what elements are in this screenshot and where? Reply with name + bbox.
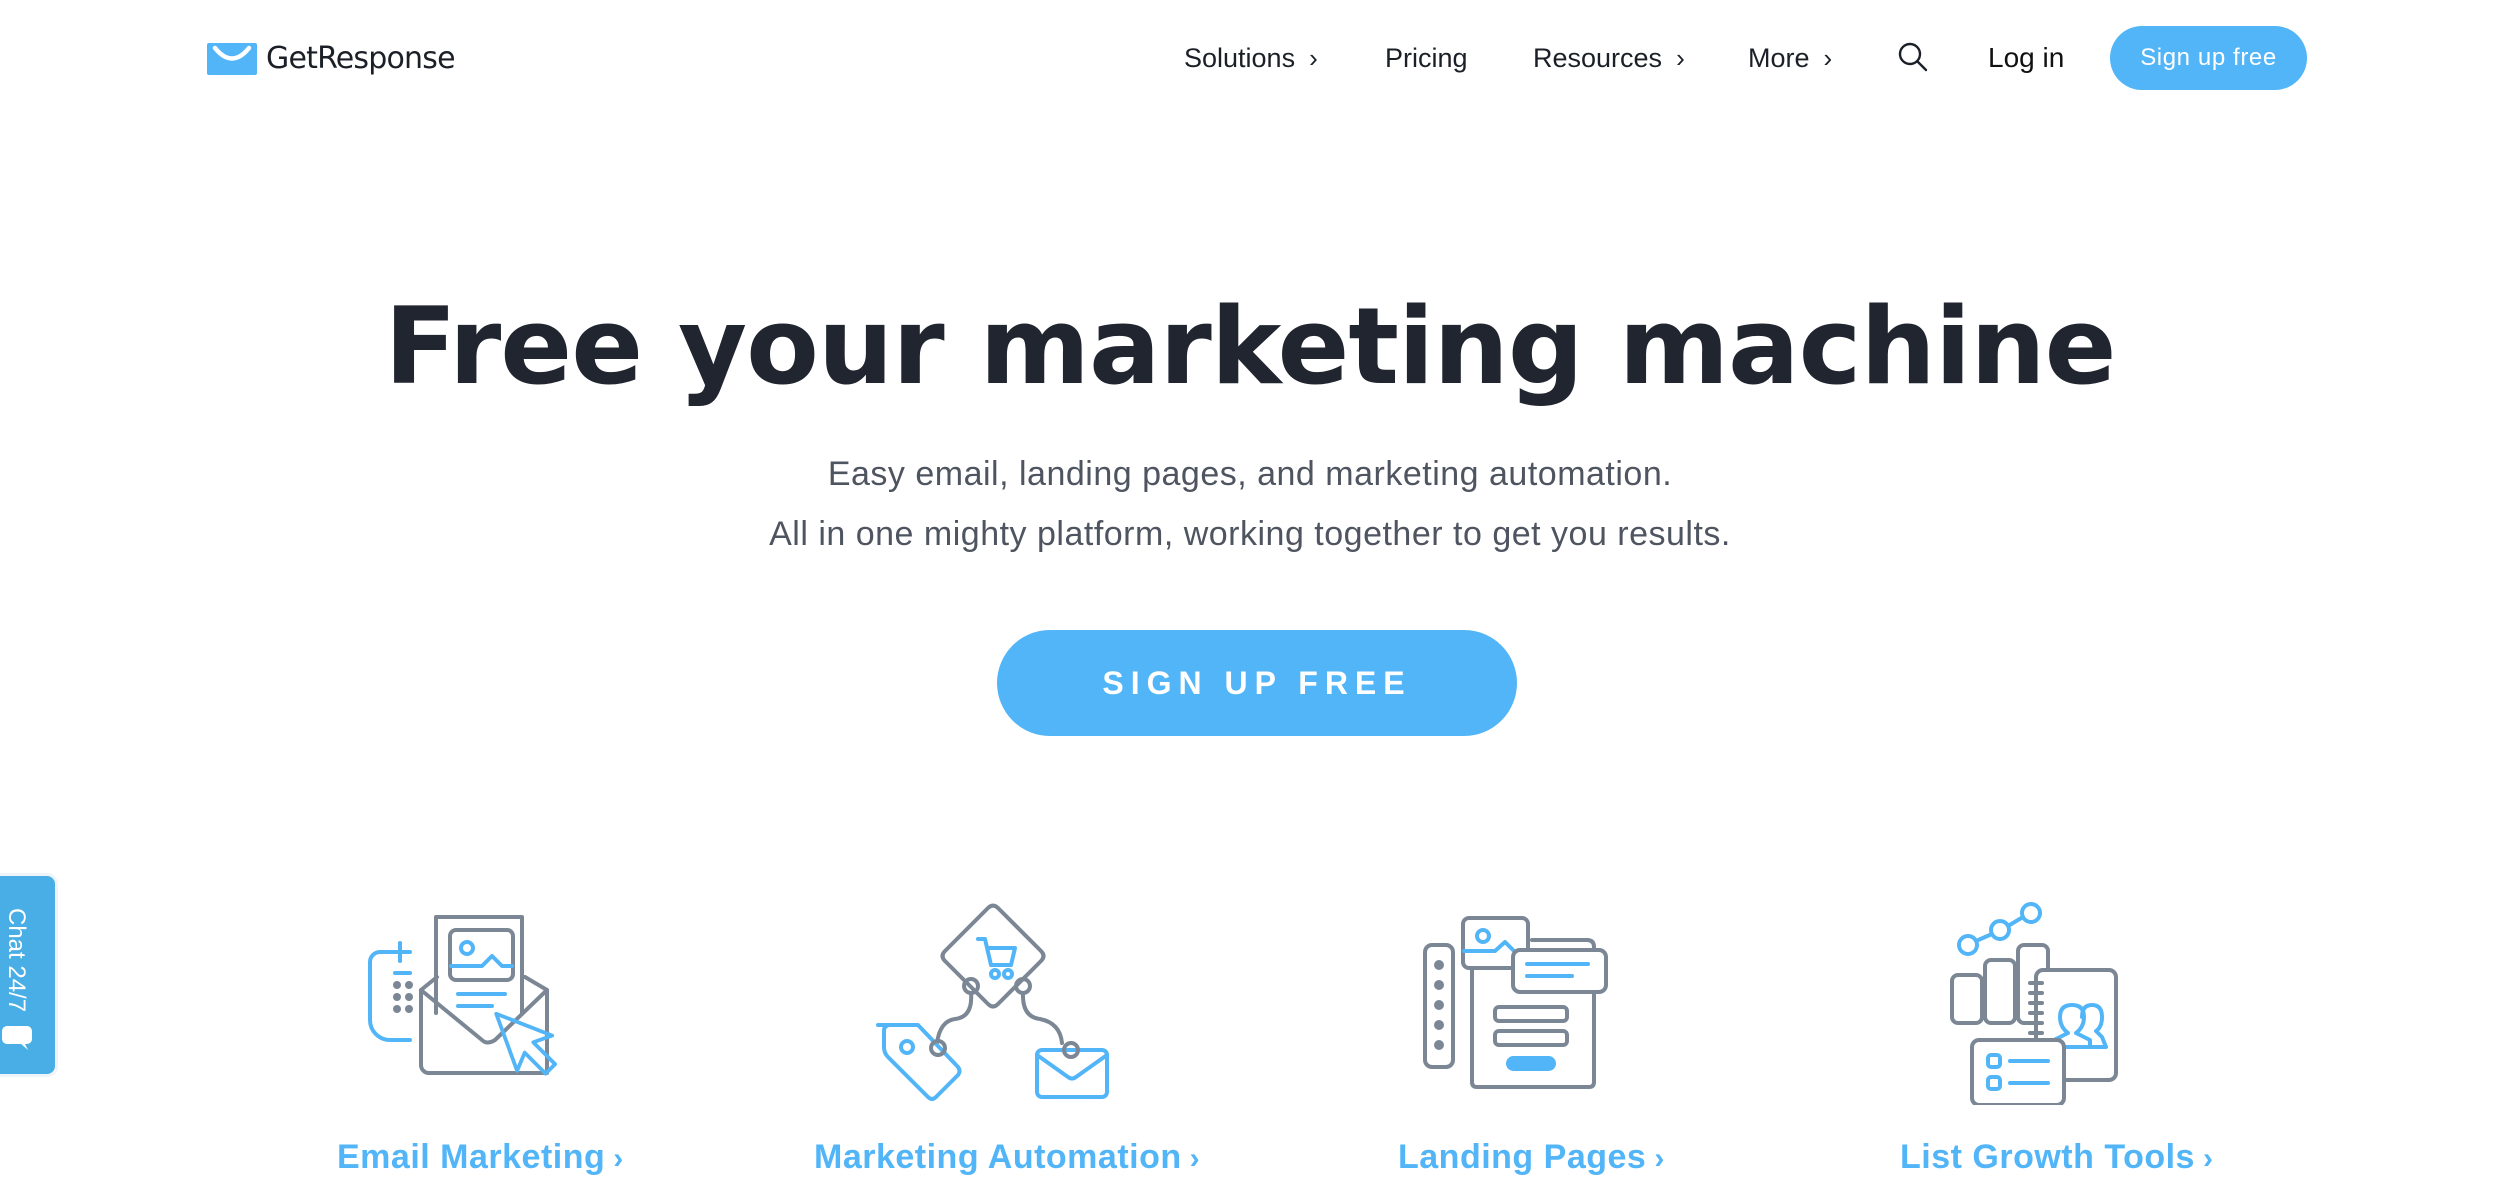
nav-solutions-label: Solutions	[1184, 42, 1296, 73]
search-icon[interactable]	[1896, 40, 1930, 74]
signup-cta-button[interactable]: SIGN UP FREE	[997, 630, 1517, 736]
feature-link-list-growth-tools[interactable]: List Growth Tools ›	[1900, 1138, 2213, 1177]
feature-label: List Growth Tools	[1900, 1138, 2195, 1176]
nav-resources-label: Resources	[1533, 42, 1663, 73]
chevron-right-icon: ›	[2202, 1142, 2214, 1175]
nav-pricing[interactable]: Pricing	[1385, 26, 1468, 90]
feature-label: Landing Pages	[1398, 1138, 1647, 1176]
chevron-right-icon: ›	[1654, 1142, 1665, 1175]
chat-tab[interactable]: Chat 24/7	[0, 876, 55, 1074]
envelope-smile-icon	[207, 42, 257, 75]
chevron-right-icon: ›	[1823, 42, 1833, 73]
hero-title: Free your marketing machine	[384, 285, 2116, 408]
chevron-right-icon: ›	[1309, 42, 1318, 73]
chevron-right-icon: ›	[1676, 42, 1685, 73]
email-marketing-icon[interactable]	[365, 905, 575, 1085]
nav-solutions[interactable]: Solutions ›	[1184, 26, 1318, 90]
feature-label: Marketing Automation	[814, 1138, 1182, 1176]
landing-pages-icon[interactable]	[1415, 905, 1625, 1090]
hero-subtitle-line2: All in one mighty platform, working toge…	[769, 515, 1731, 553]
chat-label: Chat 24/7	[3, 908, 30, 1013]
hero-subtitle-line1: Easy email, landing pages, and marketing…	[827, 455, 1673, 493]
logo-link[interactable]: GetResponse	[207, 41, 456, 76]
feature-label: Email Marketing	[337, 1138, 606, 1176]
list-growth-tools-icon[interactable]	[1950, 895, 2130, 1105]
marketing-automation-icon[interactable]	[870, 895, 1110, 1105]
nav-more[interactable]: More ›	[1748, 26, 1832, 90]
login-link[interactable]: Log in	[1988, 26, 2064, 90]
feature-link-marketing-automation[interactable]: Marketing Automation ›	[814, 1138, 1200, 1177]
chevron-right-icon: ›	[1189, 1142, 1201, 1175]
chat-bubble-icon	[2, 1026, 32, 1050]
signup-header-button[interactable]: Sign up free	[2110, 26, 2307, 90]
logo-text: GetResponse	[266, 41, 456, 76]
feature-link-landing-pages[interactable]: Landing Pages ›	[1398, 1138, 1665, 1177]
nav-pricing-label: Pricing	[1385, 42, 1468, 73]
chevron-right-icon: ›	[613, 1142, 624, 1175]
nav-resources[interactable]: Resources ›	[1533, 26, 1685, 90]
nav-more-label: More	[1748, 42, 1810, 73]
feature-link-email-marketing[interactable]: Email Marketing ›	[337, 1138, 624, 1177]
